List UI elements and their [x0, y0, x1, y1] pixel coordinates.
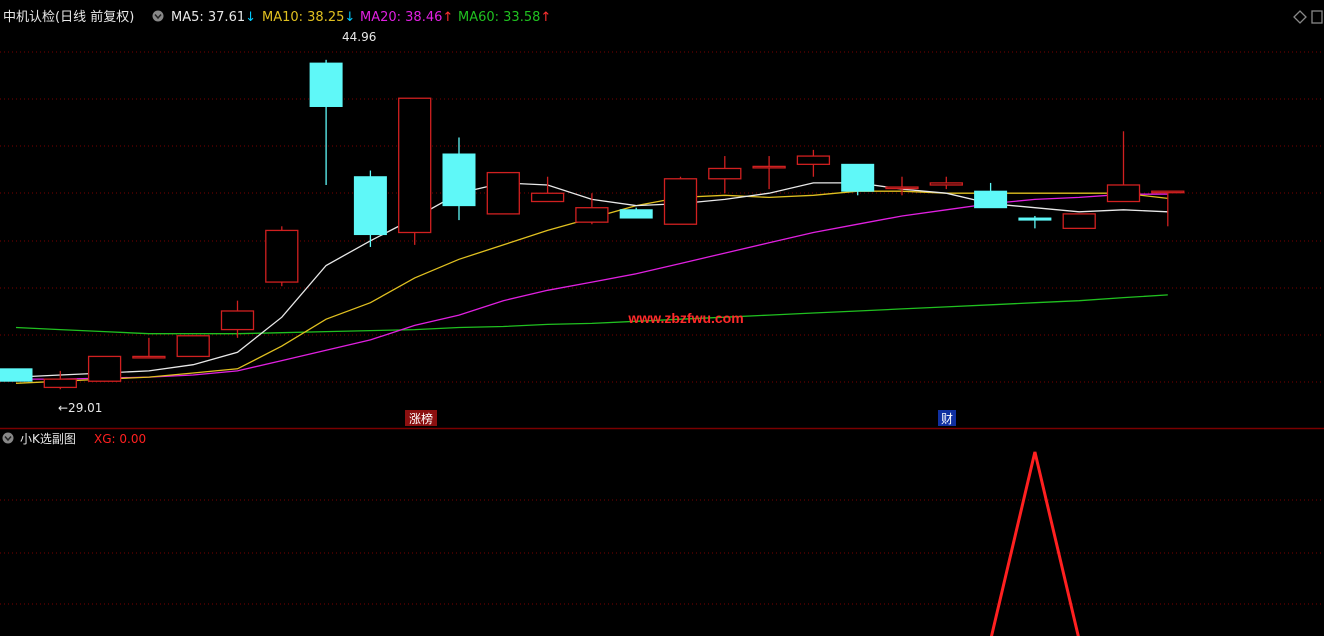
candle-body [486, 171, 520, 215]
finance-marker[interactable]: 财 [938, 410, 956, 426]
candle-body [885, 186, 919, 190]
candle[interactable] [43, 370, 77, 390]
candle-body [974, 190, 1008, 209]
candle[interactable] [708, 156, 742, 194]
candle[interactable] [398, 97, 432, 245]
candle[interactable] [885, 176, 919, 196]
candle-body [265, 229, 299, 283]
candle[interactable] [575, 193, 609, 225]
ma20-legend: MA20: 38.46↑ [360, 10, 453, 25]
candle[interactable] [841, 163, 875, 196]
settings-circle-icon[interactable] [152, 10, 164, 22]
candle[interactable] [176, 335, 210, 358]
candle[interactable] [663, 176, 698, 225]
candle-body [0, 368, 33, 382]
candle-body [309, 62, 343, 107]
candle-body [708, 167, 742, 180]
window-icon[interactable] [1311, 10, 1323, 24]
watermark: www.zbzfwu.com [627, 310, 743, 326]
candle[interactable] [1018, 215, 1052, 229]
candle-body [1018, 217, 1052, 221]
candle[interactable] [929, 176, 963, 190]
candle[interactable] [796, 149, 831, 177]
candle-body [796, 155, 831, 165]
candle-body [87, 355, 122, 382]
ma10-legend: MA10: 38.25↓ [262, 10, 355, 25]
candle-body [1106, 184, 1141, 203]
sub-settings-circle-icon[interactable] [2, 432, 14, 444]
candle[interactable] [974, 182, 1008, 209]
candle-body [1062, 213, 1096, 230]
candle-body [442, 153, 476, 207]
svg-text:财: 财 [941, 412, 953, 426]
high-price-label: 44.96 [342, 30, 376, 44]
xg-legend: XG: 0.00 [94, 432, 146, 446]
svg-text:涨榜: 涨榜 [409, 411, 433, 426]
candle[interactable] [265, 226, 299, 287]
candle-body [43, 378, 77, 389]
ma60-series [15, 294, 1168, 335]
candle-body [530, 192, 565, 203]
candle-body [663, 178, 698, 225]
ma60-legend: MA60: 33.58↑ [458, 10, 551, 25]
candle[interactable] [486, 171, 520, 215]
xg-signal-series [990, 451, 1080, 636]
candle-body [619, 209, 653, 219]
sub-chart-title: 小K选副图 [20, 432, 76, 446]
stock-chart[interactable]: 中机认检(日线 前复权) MA5: 37.61↓ MA10: 38.25↓ MA… [0, 0, 1324, 636]
candle-body [575, 207, 609, 223]
candle[interactable] [309, 59, 343, 185]
limit-up-marker[interactable]: 涨榜 [405, 410, 437, 426]
candle[interactable] [87, 355, 122, 382]
grid-lines [0, 51, 1324, 605]
candle-body [1151, 190, 1185, 194]
candle[interactable] [132, 337, 166, 359]
ma60-line [15, 294, 1168, 335]
chart-title: 中机认检(日线 前复权) [3, 9, 134, 25]
candle-body [132, 355, 166, 359]
candle[interactable] [1062, 213, 1096, 230]
candle-body [176, 335, 210, 358]
candle-body [929, 182, 963, 186]
candle[interactable] [442, 137, 476, 221]
ma5-legend: MA5: 37.61↓ [171, 10, 256, 25]
candle-body [841, 163, 875, 192]
candle-body [752, 165, 786, 169]
xg-line [990, 451, 1080, 636]
candle-body [353, 176, 387, 236]
candle[interactable] [752, 156, 786, 190]
candlesticks[interactable] [0, 59, 1185, 390]
candle-body [220, 310, 255, 331]
candle[interactable] [0, 368, 33, 382]
candle[interactable] [1106, 131, 1141, 203]
diamond-icon[interactable] [1293, 10, 1307, 24]
candle-body [398, 97, 432, 234]
candle[interactable] [220, 300, 255, 338]
low-price-label: ←29.01 [58, 401, 102, 415]
